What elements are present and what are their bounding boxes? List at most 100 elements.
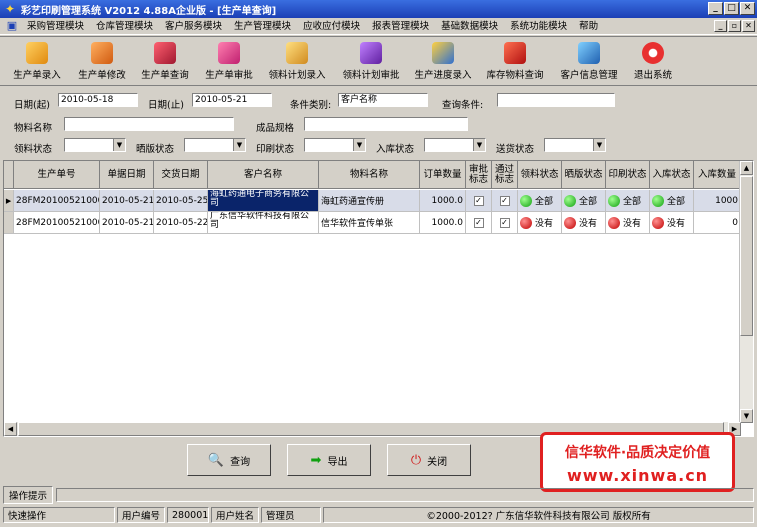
mdi-restore-button[interactable]: ▫ — [728, 20, 741, 32]
header-plate-status[interactable]: 晒版状态 — [562, 161, 606, 189]
header-due-date[interactable]: 交货日期 — [154, 161, 208, 189]
query-condition-label: 查询条件: — [442, 100, 484, 111]
menu-system[interactable]: 系统功能模块 — [504, 18, 573, 35]
pick-status-select[interactable]: ▼ — [64, 138, 126, 152]
menu-bar: ▣ 采购管理模块 仓库管理模块 客户服务模块 生产管理模块 应收应付模块 报表管… — [0, 18, 757, 35]
export-button[interactable]: ➡ 导出 — [287, 444, 371, 476]
delivery-status-label: 送货状态 — [496, 144, 535, 155]
menu-help[interactable]: 帮助 — [573, 18, 604, 35]
banner-slogan: 信华软件·品质决定价值 — [564, 445, 711, 461]
magnifier-icon: 🔍 — [207, 452, 225, 468]
vertical-scrollbar[interactable]: ▲ ▼ — [739, 161, 753, 423]
vertical-scroll-thumb[interactable] — [740, 176, 753, 336]
material-name-input[interactable] — [64, 117, 234, 131]
progress-icon — [432, 42, 454, 64]
menu-production[interactable]: 生产管理模块 — [228, 18, 297, 35]
toolbar-order-query-button[interactable]: 生产单查询 — [134, 40, 196, 84]
red-status-icon — [608, 216, 620, 229]
filter-panel: 日期(起) 2010-05-18 日期(止) 2010-05-21 条件类别: … — [0, 87, 757, 158]
toolbar-inventory-query-button[interactable]: 库存物料查询 — [480, 40, 550, 84]
hint-bar: 操作提示 — [0, 485, 757, 504]
header-pass-flag[interactable]: 通过标志 — [492, 161, 518, 189]
delivery-status-select[interactable]: ▼ — [544, 138, 606, 152]
approve-checkbox[interactable]: ✓ — [473, 217, 484, 228]
red-status-icon — [564, 216, 576, 229]
material-plan-icon — [286, 42, 308, 64]
print-status-select[interactable]: ▼ — [304, 138, 366, 152]
date-from-input[interactable]: 2010-05-18 — [58, 93, 138, 107]
stock-in-status-select[interactable]: ▼ — [424, 138, 486, 152]
order-grid[interactable]: 生产单号 单据日期 交货日期 客户名称 物料名称 订单数量 审批标志 通过标志 … — [3, 160, 754, 437]
close-button[interactable]: ⏻ 关闭 — [387, 444, 471, 476]
toolbar-progress-entry-button[interactable]: 生产进度录入 — [408, 40, 478, 84]
menu-purchase[interactable]: 采购管理模块 — [21, 18, 90, 35]
user-name-label: 用户姓名 — [211, 507, 260, 523]
green-status-icon — [652, 194, 664, 207]
close-window-button[interactable]: ✕ — [740, 2, 755, 15]
plate-status-select[interactable]: ▼ — [184, 138, 246, 152]
status-bar: 快速操作 用户编号 280001 用户姓名 管理员 ©2000-2012? 广东… — [0, 505, 757, 525]
arrow-right-icon: ➡ — [310, 452, 322, 468]
header-print-status[interactable]: 印刷状态 — [606, 161, 650, 189]
query-button[interactable]: 🔍 查询 — [187, 444, 271, 476]
product-spec-input[interactable] — [304, 117, 468, 131]
scroll-left-icon[interactable]: ◀ — [4, 422, 17, 436]
title-bar: ✦ 彩艺印刷管理系统 V2012 4.88A企业版 - [生产单查询] _ □ … — [0, 0, 757, 18]
chevron-down-icon: ▼ — [353, 139, 365, 151]
menu-warehouse[interactable]: 仓库管理模块 — [90, 18, 159, 35]
toolbar-order-entry-button[interactable]: 生产单录入 — [6, 40, 68, 84]
pass-checkbox[interactable]: ✓ — [499, 217, 510, 228]
doc-menu-icon: ▣ — [6, 19, 18, 32]
product-spec-label: 成品规格 — [256, 123, 295, 134]
header-stock-status[interactable]: 入库状态 — [650, 161, 694, 189]
toolbar-exit-button[interactable]: 退出系统 — [628, 40, 678, 84]
red-status-icon — [520, 216, 532, 229]
chevron-down-icon: ▼ — [593, 139, 605, 151]
scroll-up-icon[interactable]: ▲ — [740, 161, 753, 175]
toolbar-material-plan-approve-button[interactable]: 领料计划审批 — [336, 40, 406, 84]
header-stock-qty[interactable]: 入库数量 — [694, 161, 741, 189]
menu-reports[interactable]: 报表管理模块 — [366, 18, 435, 35]
approve-checkbox[interactable]: ✓ — [473, 195, 484, 206]
pick-status-label: 领料状态 — [14, 144, 53, 155]
grid-header: 生产单号 单据日期 交货日期 客户名称 物料名称 订单数量 审批标志 通过标志 … — [4, 161, 741, 189]
menu-customer-service[interactable]: 客户服务模块 — [159, 18, 228, 35]
chevron-down-icon: ▼ — [473, 139, 485, 151]
power-icon: ⏻ — [410, 452, 422, 468]
date-to-input[interactable]: 2010-05-21 — [192, 93, 272, 107]
exit-icon — [642, 42, 664, 64]
menu-basic-data[interactable]: 基础数据模块 — [435, 18, 504, 35]
toolbar-order-approve-button[interactable]: 生产单审批 — [198, 40, 260, 84]
date-to-label: 日期(止) — [148, 100, 184, 111]
search-doc-icon — [154, 42, 176, 64]
table-row[interactable]: ▶ 28FM201005210001 2010-05-21 2010-05-25… — [4, 190, 741, 212]
toolbar-material-plan-entry-button[interactable]: 领料计划录入 — [262, 40, 332, 84]
table-row[interactable]: 28FM201005210002 2010-05-21 2010-05-22 广… — [4, 212, 741, 234]
menu-receivable-payable[interactable]: 应收应付模块 — [297, 18, 366, 35]
material-name-label: 物料名称 — [14, 123, 53, 134]
condition-type-select[interactable]: 客户名称 — [338, 93, 428, 107]
scroll-down-icon[interactable]: ▼ — [740, 409, 753, 423]
plan-approve-icon — [360, 42, 382, 64]
header-order-no[interactable]: 生产单号 — [14, 161, 100, 189]
header-order-qty[interactable]: 订单数量 — [420, 161, 466, 189]
header-approve-flag[interactable]: 审批标志 — [466, 161, 492, 189]
header-material[interactable]: 物料名称 — [319, 161, 420, 189]
header-doc-date[interactable]: 单据日期 — [100, 161, 154, 189]
mdi-close-button[interactable]: ✕ — [742, 20, 755, 32]
user-no-value: 280001 — [167, 507, 210, 523]
green-status-icon — [564, 194, 576, 207]
toolbar-customer-info-button[interactable]: 客户信息管理 — [554, 40, 624, 84]
mdi-minimize-button[interactable]: _ — [714, 20, 727, 32]
approve-icon — [218, 42, 240, 64]
maximize-button[interactable]: □ — [724, 2, 739, 15]
minimize-button[interactable]: _ — [708, 2, 723, 15]
header-pick-status[interactable]: 领料状态 — [518, 161, 562, 189]
header-customer[interactable]: 客户名称 — [208, 161, 319, 189]
chevron-down-icon: ▼ — [233, 139, 245, 151]
query-condition-input[interactable] — [497, 93, 615, 107]
toolbar-order-edit-button[interactable]: 生产单修改 — [72, 40, 132, 84]
pass-checkbox[interactable]: ✓ — [499, 195, 510, 206]
banner-url: www.xinwa.cn — [566, 466, 709, 485]
date-from-label: 日期(起) — [14, 100, 50, 111]
